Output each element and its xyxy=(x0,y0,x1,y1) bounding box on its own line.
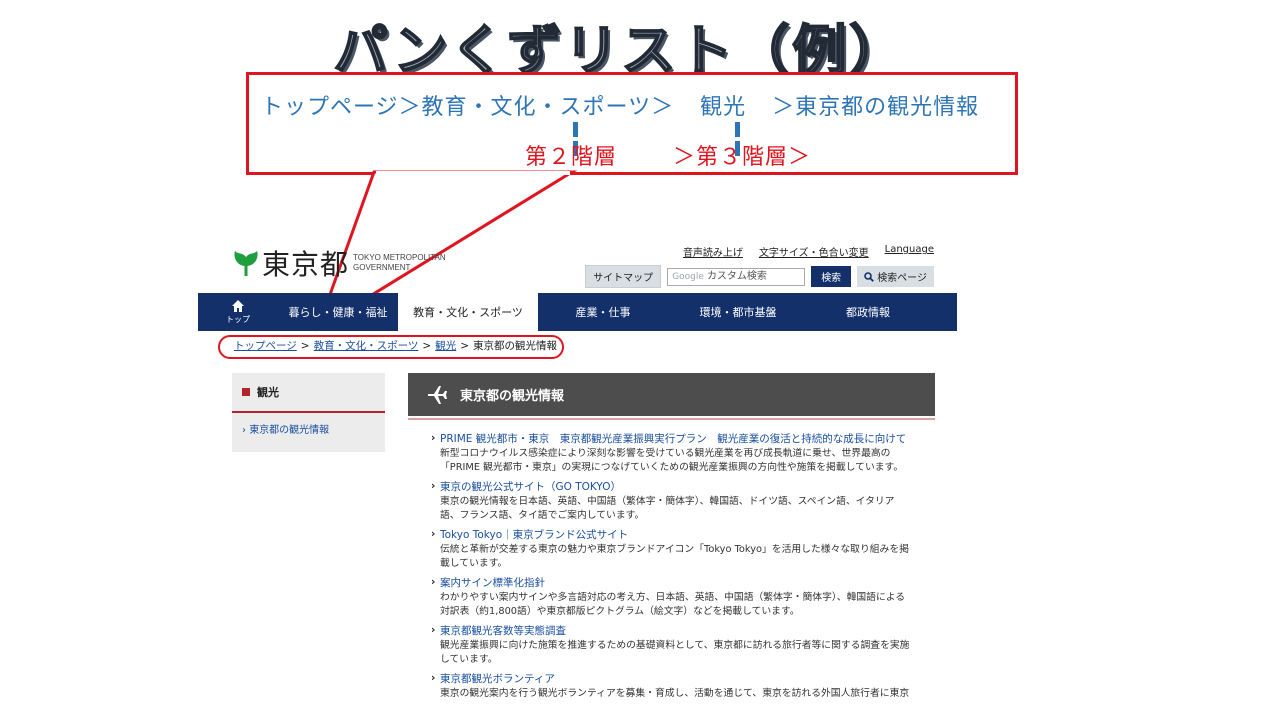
list-item-desc: 東京の観光情報を日本語、英語、中国語（繁体字・簡体字）、韓国語、ドイツ語、スペイ… xyxy=(440,496,895,507)
list-item-desc: 観光産業振興に向けた施策を推進するための基礎資料として、東京都に訪れる旅行者等に… xyxy=(440,640,910,651)
nav-home[interactable]: トップ xyxy=(198,293,278,331)
side-menu-heading[interactable]: 観光 xyxy=(232,373,385,413)
list-item-link[interactable]: PRIME 観光都市・東京 東京都観光産業振興実行プラン 観光産業の復活と持続的… xyxy=(431,431,942,447)
logo-subtitle: TOKYO METROPOLITAN GOVERNMENT xyxy=(353,253,446,273)
list-item-desc: 語、フランス語、タイ語でご案内しています。 xyxy=(440,510,645,521)
list-item-link[interactable]: 東京都観光ボランティア xyxy=(431,671,942,687)
list-item: 東京都観光ボランティア 東京の観光案内を行う観光ボランティアを募集・育成し、活動… xyxy=(431,671,942,701)
list-item-link[interactable]: 東京の観光公式サイト（GO TOKYO） xyxy=(431,479,942,495)
list-item-desc: しています。 xyxy=(440,654,498,665)
list-item-desc: 対訳表（約1,800語）や東京都版ピクトグラム（絵文字）などを掲載しています。 xyxy=(440,606,800,617)
ginkgo-leaf-icon xyxy=(232,248,260,278)
nav-item-living[interactable]: 暮らし・健康・福祉 xyxy=(278,293,398,331)
language-link[interactable]: Language xyxy=(885,244,934,259)
breadcrumb-explanation-box: トップページ＞教育・文化・スポーツ＞ 観光 ＞東京都の観光情報 第２階層 ＞第３階層… xyxy=(246,72,1018,175)
list-item-desc: 伝統と革新が交差する東京の魅力や東京ブランドアイコン「Tokyo Tokyo」を… xyxy=(440,544,909,555)
logo-text: 東京都 xyxy=(262,248,350,281)
nav-item-government[interactable]: 都政情報 xyxy=(808,293,928,331)
text-size-color-link[interactable]: 文字サイズ・色合い変更 xyxy=(759,244,869,259)
nav-item-environment[interactable]: 環境・都市基盤 xyxy=(668,293,808,331)
google-label: Google xyxy=(672,271,704,282)
list-item-desc: 載しています。 xyxy=(440,558,508,569)
arrow-marker-icon xyxy=(242,388,250,396)
main-heading: 東京都の観光情報 xyxy=(408,373,935,416)
example-path-part-3: ＞東京都の観光情報 xyxy=(772,95,980,120)
search-row: サイトマップ Google カスタム検索 検索 検索ページ xyxy=(585,265,934,288)
search-page-label: 検索ページ xyxy=(877,273,927,284)
search-placeholder: カスタム検索 xyxy=(706,270,767,282)
list-item-desc: 新型コロナウイルス感染症により深刻な影響を受けている観光産業を再び成長軌道に乗せ… xyxy=(440,448,891,459)
list-item-desc: 「PRIME 観光都市・東京」の実現につなげていくための観光産業振興の方向性や施… xyxy=(440,462,904,473)
breadcrumb-highlight-oval xyxy=(218,335,564,359)
website-screenshot: 東京都 TOKYO METROPOLITAN GOVERNMENT 音声読み上げ… xyxy=(198,238,958,720)
read-aloud-link[interactable]: 音声読み上げ xyxy=(683,244,743,259)
side-item-label: 東京都の観光情報 xyxy=(249,425,330,436)
list-item: 東京都観光客数等実態調査 観光産業振興に向けた施策を推進するための基礎資料として… xyxy=(431,623,942,667)
breadcrumb-example-line: トップページ＞教育・文化・スポーツ＞ 観光 ＞東京都の観光情報 xyxy=(261,89,1021,121)
side-menu: 観光 › 東京都の観光情報 xyxy=(232,373,385,452)
logo-sub-line-1: TOKYO METROPOLITAN xyxy=(353,253,446,262)
list-item-link[interactable]: 東京都観光客数等実態調査 xyxy=(431,623,942,639)
example-path-part-1: トップページ＞教育・文化・スポーツ＞ xyxy=(261,95,675,120)
sitemap-button[interactable]: サイトマップ xyxy=(585,265,662,288)
magnifier-icon xyxy=(864,271,875,282)
search-input[interactable]: Google カスタム検索 xyxy=(667,267,806,286)
list-item: 案内サイン標準化指針 わかりやすい案内サインや多言語対応の考え方、日本語、英語、… xyxy=(431,575,942,619)
airplane-icon xyxy=(428,385,447,404)
utility-links: 音声読み上げ 文字サイズ・色合い変更 Language xyxy=(683,244,934,259)
level-2-label: 第２階層 xyxy=(525,145,618,170)
equals-icon xyxy=(573,122,587,156)
list-item-desc: 東京の観光案内を行う観光ボランティアを募集・育成し、活動を通じて、東京を訪れる外… xyxy=(440,688,910,699)
list-item: PRIME 観光都市・東京 東京都観光産業振興実行プラン 観光産業の復活と持続的… xyxy=(431,431,942,475)
example-path-part-2: 観光 xyxy=(700,95,747,120)
list-item: 東京の観光公式サイト（GO TOKYO） 東京の観光情報を日本語、英語、中国語（… xyxy=(431,479,942,523)
link-list: PRIME 観光都市・東京 東京都観光産業振興実行プラン 観光産業の復活と持続的… xyxy=(431,431,942,706)
logo-sub-line-2: GOVERNMENT xyxy=(353,263,411,272)
list-item-link[interactable]: 案内サイン標準化指針 xyxy=(431,575,942,591)
search-button[interactable]: 検索 xyxy=(811,266,852,287)
heading-underline xyxy=(408,418,935,420)
search-page-button[interactable]: 検索ページ xyxy=(857,266,934,287)
list-item-link[interactable]: Tokyo Tokyo｜東京ブランド公式サイト xyxy=(431,527,942,543)
level-3-label: ＞第３階層＞ xyxy=(673,145,812,170)
side-menu-item[interactable]: › 東京都の観光情報 xyxy=(232,413,385,436)
site-logo[interactable]: 東京都 TOKYO METROPOLITAN GOVERNMENT xyxy=(232,246,446,281)
list-item-desc: わかりやすい案内サインや多言語対応の考え方、日本語、英語、中国語（繁体字・簡体字… xyxy=(440,592,906,603)
nav-home-label: トップ xyxy=(226,315,250,324)
nav-item-education[interactable]: 教育・文化・スポーツ xyxy=(398,293,538,331)
equals-icon xyxy=(735,122,749,156)
global-nav: トップ 暮らし・健康・福祉 教育・文化・スポーツ 産業・仕事 環境・都市基盤 都… xyxy=(198,293,957,331)
home-icon xyxy=(232,300,244,312)
nav-item-industry[interactable]: 産業・仕事 xyxy=(538,293,668,331)
side-heading-label: 観光 xyxy=(257,386,279,399)
list-item: Tokyo Tokyo｜東京ブランド公式サイト 伝統と革新が交差する東京の魅力や… xyxy=(431,527,942,571)
main-heading-label: 東京都の観光情報 xyxy=(460,389,565,404)
